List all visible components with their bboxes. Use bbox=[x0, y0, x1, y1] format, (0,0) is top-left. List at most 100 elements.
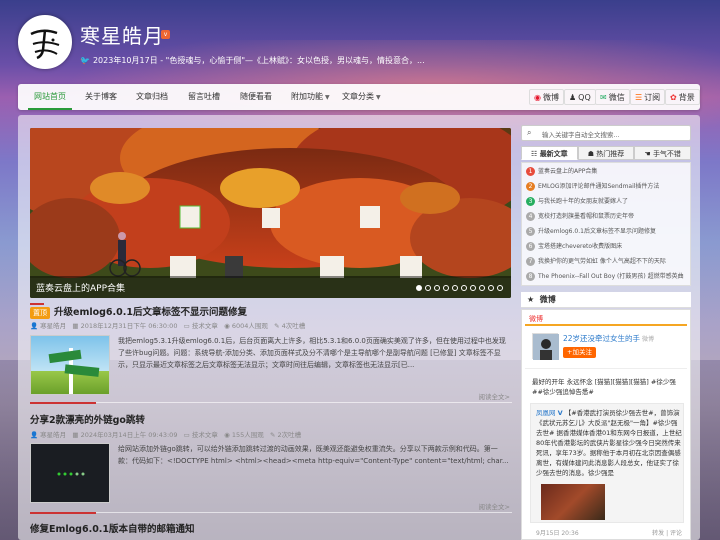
social-label: 微信 bbox=[608, 93, 625, 102]
main-navigation: 网站首页 关于博客 文章归档 留言吐槽 随便看看 附加功能 ▼ 文章分类 ▼ ◉ 微博… bbox=[18, 84, 700, 110]
repost-image[interactable] bbox=[541, 484, 605, 520]
post-author[interactable]: 寒星皓月 bbox=[40, 322, 66, 330]
post-card: 分享2款漂亮的外链go跳转 👤 寒星皓月 ▦ 2024年03月14日上午 09:… bbox=[30, 412, 512, 511]
post-category[interactable]: 技术文章 bbox=[192, 431, 218, 439]
rss-icon: ☰ bbox=[635, 93, 643, 102]
list-item-title: 宝塔搭建chevereto收费版图床 bbox=[538, 243, 623, 250]
weibo-time: 9月15日 20:36 bbox=[536, 530, 579, 537]
weibo-tab[interactable]: 微博 bbox=[525, 313, 687, 326]
list-item[interactable]: 6 宝塔搭建chevereto收费版图床 bbox=[526, 240, 688, 254]
post-title[interactable]: 分享2款漂亮的外链go跳转 bbox=[30, 412, 145, 426]
post-views: 6004人围观 bbox=[231, 322, 268, 330]
nav-item-label: 网站首页 bbox=[34, 92, 66, 101]
eye-icon: ◉ bbox=[224, 431, 230, 439]
list-item[interactable]: 4 宽校打造刺旗墨看帽和鼠票历史年帝 bbox=[526, 210, 688, 224]
nav-item-home[interactable]: 网站首页 bbox=[28, 84, 72, 110]
weibo-avatar[interactable] bbox=[532, 333, 559, 360]
post-title-text: 升级emlog6.0.1后文章标签不显示问题修复 bbox=[54, 307, 247, 318]
slider-dot[interactable] bbox=[425, 285, 431, 291]
social-qq-button[interactable]: ♟ QQ bbox=[564, 89, 596, 105]
repost-body: 【#香港武打演员徐少强去世#，曾饰演《武状元苏乞儿》大反派"赵无极"一角】#徐少… bbox=[536, 409, 682, 477]
nav-item-random[interactable]: 随便看看 bbox=[240, 84, 272, 110]
slider-dot[interactable] bbox=[488, 285, 494, 291]
nav-item-label: 留言吐槽 bbox=[188, 92, 220, 101]
post-author[interactable]: 寒星皓月 bbox=[40, 431, 66, 439]
post-category[interactable]: 技术文章 bbox=[192, 322, 218, 330]
calendar-icon: ▦ bbox=[72, 322, 79, 330]
weibo-icon: ◉ bbox=[534, 93, 541, 102]
slider-dot[interactable] bbox=[497, 285, 503, 291]
list-item-title: 宽校打造刺旗墨看帽和鼠票历史年帝 bbox=[538, 213, 635, 220]
list-item[interactable]: 3 与我长跑十年的女朋友就要嫁人了 bbox=[526, 195, 688, 209]
featured-slider[interactable]: 蓝奏云盘上的APP合集 bbox=[30, 128, 511, 298]
nav-item-label: 文章分类 bbox=[342, 92, 374, 101]
slider-dot[interactable] bbox=[434, 285, 440, 291]
social-wechat-button[interactable]: ✉ 微信 bbox=[595, 89, 630, 105]
latest-articles-list: 1 蓝奏云盘上的APP合集 2 EMLOG添加评论邮件通知Sendmail插件方法 3 与… bbox=[521, 162, 691, 286]
weibo-repost-text: 凤凰网 V 【#香港武打演员徐少强去世#，曾饰演《武状元苏乞儿》大反派"赵无极"… bbox=[536, 408, 682, 478]
tab-hot-recommend[interactable]: ☗ 热门推荐 bbox=[577, 146, 635, 160]
nav-item-extras[interactable]: 附加功能 ▼ bbox=[291, 84, 330, 110]
folder-icon: ▭ bbox=[183, 322, 190, 330]
list-item[interactable]: 7 我换护你的更气劳如虹 像个人气高超不下的天际 bbox=[526, 255, 688, 269]
nav-item-about[interactable]: 关于博客 bbox=[85, 84, 117, 110]
user-icon: 👤 bbox=[30, 431, 39, 439]
list-item-title: 蓝奏云盘上的APP合集 bbox=[538, 168, 598, 175]
slider-dot[interactable] bbox=[470, 285, 476, 291]
weibo-actions[interactable]: 转发 | 评论 bbox=[652, 528, 682, 537]
slider-dot[interactable] bbox=[452, 285, 458, 291]
nav-item-archive[interactable]: 文章归档 bbox=[136, 84, 168, 110]
post-card: 修复Emlog6.0.1版本自带的邮箱通知 bbox=[30, 521, 512, 537]
chevron-down-icon: ▼ bbox=[325, 94, 330, 101]
post-comments[interactable]: 2次吐槽 bbox=[278, 431, 302, 439]
vip-badge: v bbox=[161, 30, 170, 39]
weibo-post-text: 最好的开年 永远怀念 [猫猫][猫猫][猫猫] #徐少强##徐少强追悼告悉# bbox=[532, 378, 676, 396]
slider-dot[interactable] bbox=[443, 285, 449, 291]
rank-number: 8 bbox=[526, 272, 535, 281]
post-views: 155人围观 bbox=[231, 431, 264, 439]
signpost-image bbox=[48, 348, 100, 394]
post-thumbnail[interactable] bbox=[30, 443, 110, 503]
list-item-title: The Phoenix--Fall Out Boy (打鼓男孩) 超燃带感英曲 bbox=[538, 273, 684, 280]
post-date: 2024年03月14日上午 09:43:09 bbox=[80, 431, 178, 439]
list-item[interactable]: 1 蓝奏云盘上的APP合集 bbox=[526, 165, 688, 179]
post-divider bbox=[30, 402, 512, 403]
tab-label: 手气不错 bbox=[652, 150, 681, 158]
site-title[interactable]: 寒星皓月 bbox=[80, 20, 164, 49]
tab-latest-articles[interactable]: ☷ 最新文章 bbox=[521, 146, 578, 160]
site-logo[interactable] bbox=[18, 15, 72, 69]
read-more-link[interactable]: 阅读全文> bbox=[479, 391, 510, 401]
slider-dot[interactable] bbox=[479, 285, 485, 291]
weibo-username[interactable]: 22岁还没牵过女生的手 微博 bbox=[563, 333, 654, 344]
repost-author[interactable]: 凤凰网 bbox=[536, 409, 556, 417]
list-item[interactable]: 5 升级emlog6.0.1后文章标签不显示问题修复 bbox=[526, 225, 688, 239]
post-card: 置顶 升级emlog6.0.1后文章标签不显示问题修复 👤 寒星皓月 ▦ 2018… bbox=[30, 304, 512, 401]
follow-button[interactable]: +加关注 bbox=[563, 347, 596, 358]
read-more-link[interactable]: 阅读全文> bbox=[479, 501, 510, 511]
wechat-icon: ✉ bbox=[600, 93, 607, 102]
post-title[interactable]: 置顶 升级emlog6.0.1后文章标签不显示问题修复 bbox=[30, 304, 247, 319]
weibo-header-label: 微博 bbox=[539, 295, 556, 304]
nav-item-guestbook[interactable]: 留言吐槽 bbox=[188, 84, 220, 110]
tab-label: 热门推荐 bbox=[596, 150, 625, 158]
list-item[interactable]: 8 The Phoenix--Fall Out Boy (打鼓男孩) 超燃带感英曲 bbox=[526, 270, 688, 284]
calligraphy-logo-icon bbox=[30, 29, 60, 60]
social-rss-button[interactable]: ☰ 订阅 bbox=[630, 89, 666, 105]
social-background-button[interactable]: ✿ 背景 bbox=[665, 89, 700, 105]
nav-item-categories[interactable]: 文章分类 ▼ bbox=[342, 84, 381, 110]
slider-caption[interactable]: 蓝奏云盘上的APP合集 bbox=[30, 276, 511, 298]
post-title[interactable]: 修复Emlog6.0.1版本自带的邮箱通知 bbox=[30, 521, 195, 535]
slider-dot[interactable] bbox=[416, 285, 422, 291]
nav-item-label: 关于博客 bbox=[85, 92, 117, 101]
social-weibo-button[interactable]: ◉ 微博 bbox=[529, 89, 564, 105]
rank-number: 5 bbox=[526, 227, 535, 236]
list-item[interactable]: 2 EMLOG添加评论邮件通知Sendmail插件方法 bbox=[526, 180, 688, 194]
post-comments[interactable]: 4次吐槽 bbox=[282, 322, 306, 330]
loading-dots-image bbox=[57, 472, 85, 476]
search-input[interactable]: ⌕ 输入关键字自动全文搜索... bbox=[521, 125, 691, 141]
tab-lucky[interactable]: ☚ 手气不错 bbox=[634, 146, 692, 160]
post-thumbnail[interactable] bbox=[30, 335, 110, 395]
list-item-title: EMLOG添加评论邮件通知Sendmail插件方法 bbox=[538, 183, 660, 190]
slider-dots bbox=[416, 285, 503, 291]
slider-dot[interactable] bbox=[461, 285, 467, 291]
